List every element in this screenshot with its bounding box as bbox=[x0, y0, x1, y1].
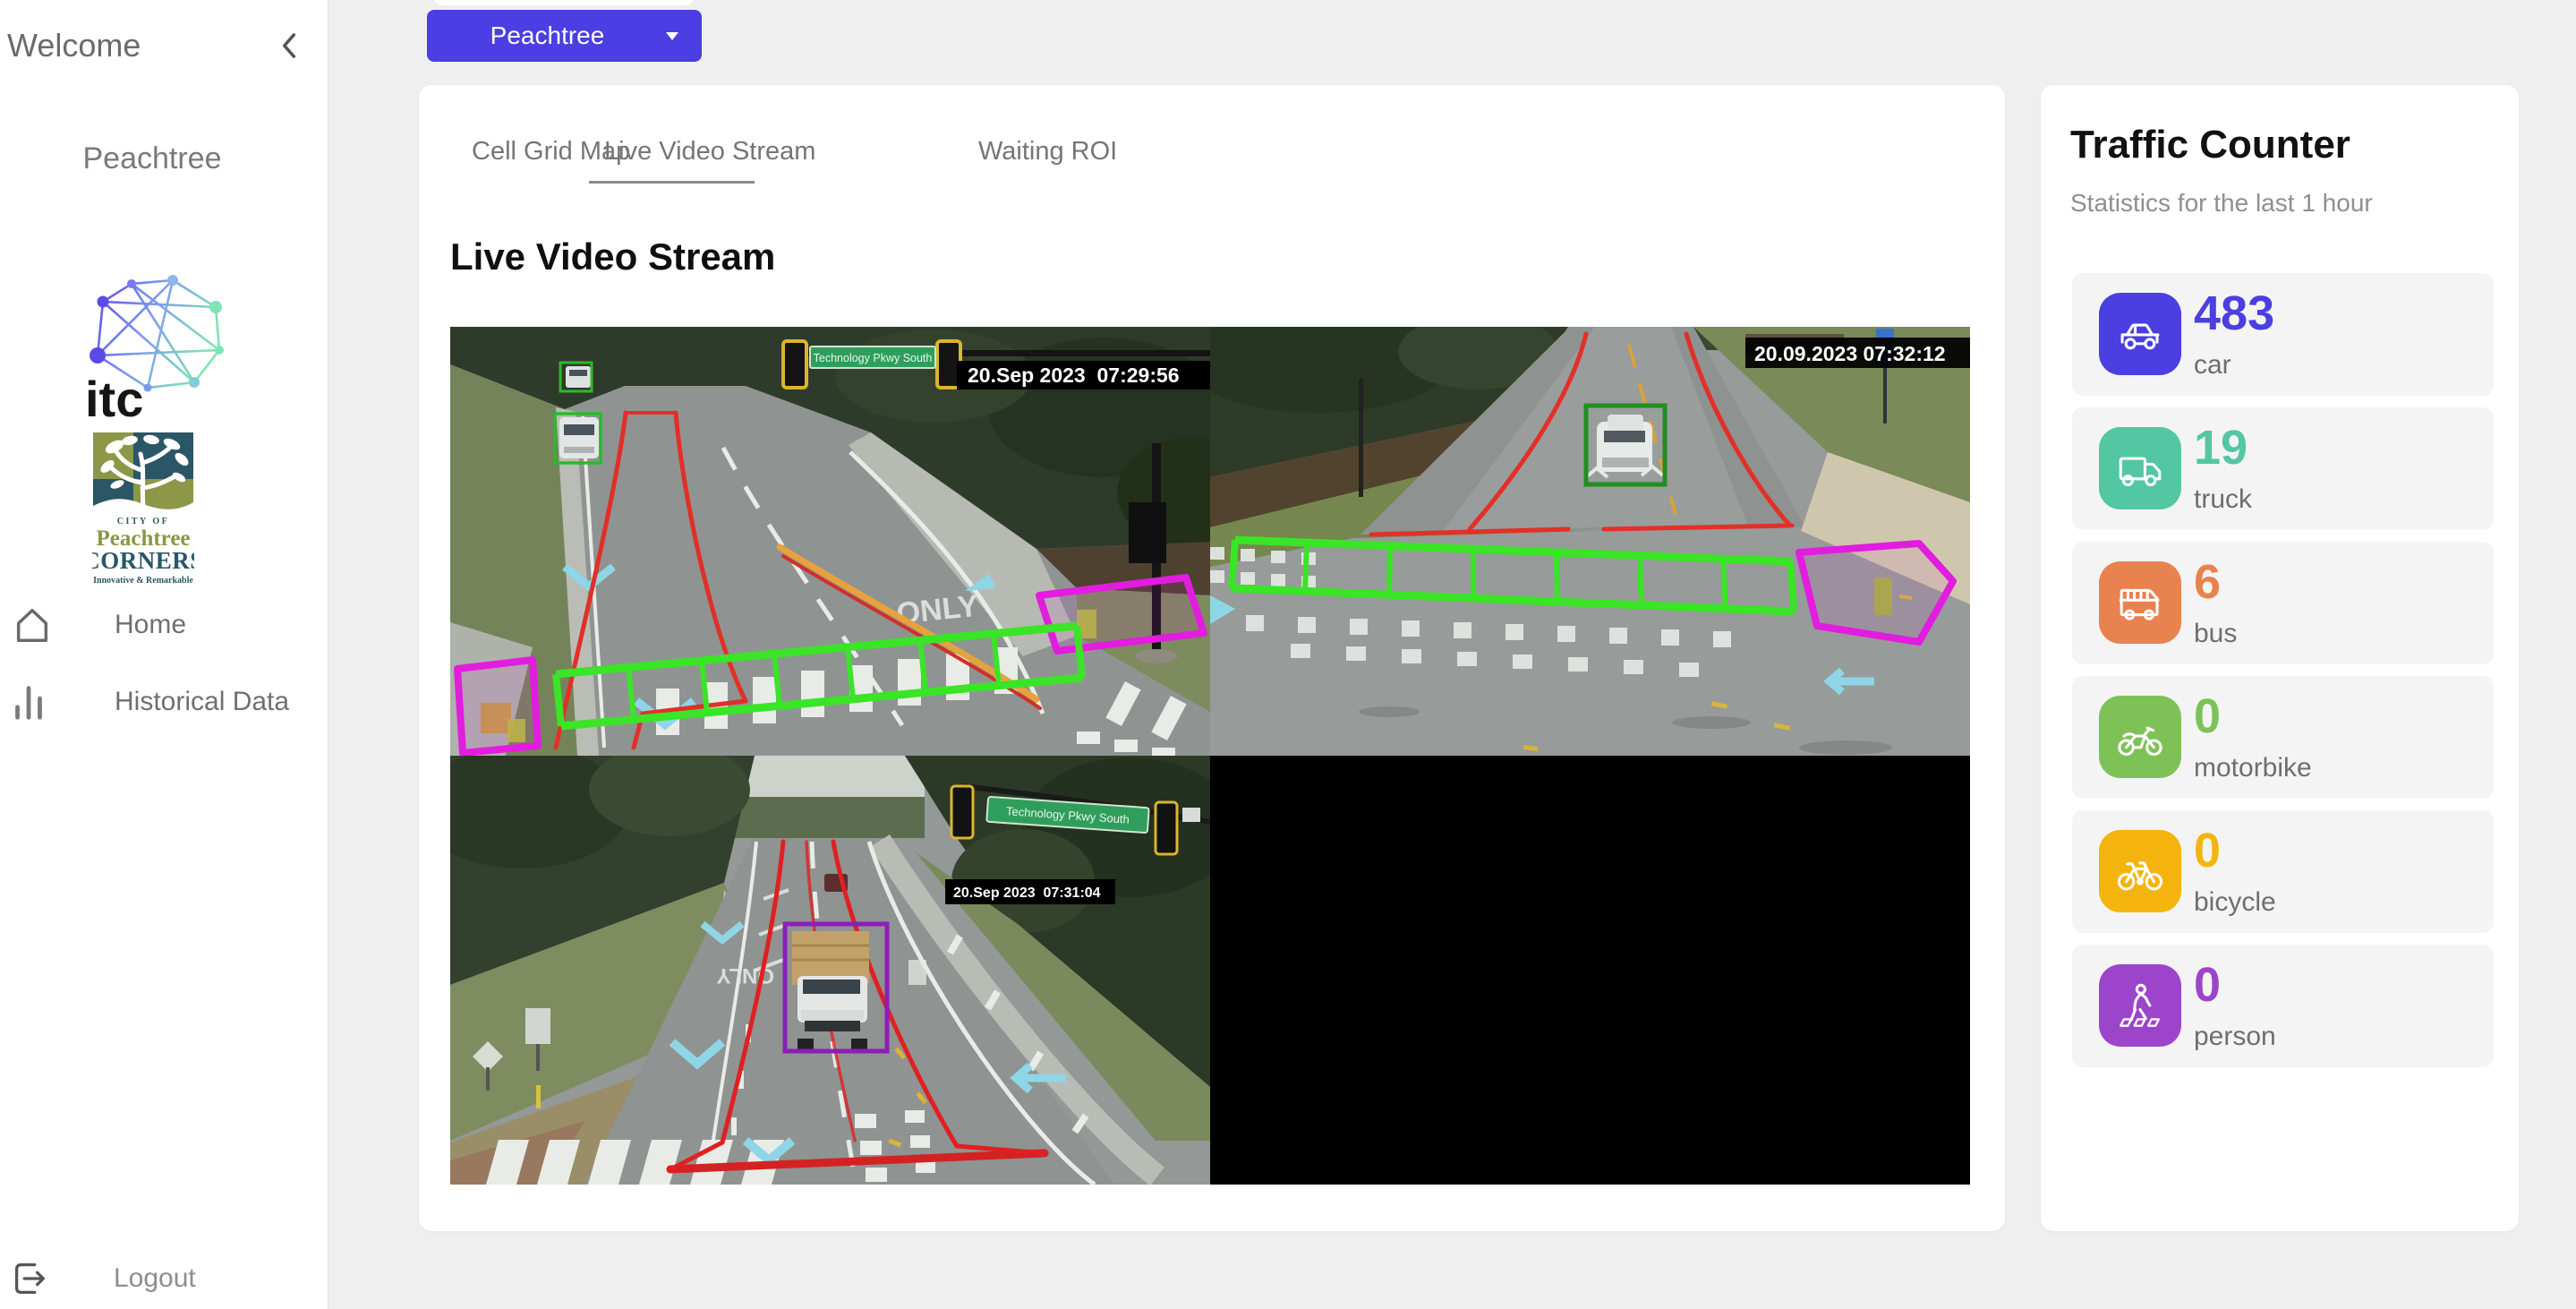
city-logo-line3: CORNERS bbox=[92, 547, 194, 574]
itc-logo: itc bbox=[85, 273, 237, 421]
bus-icon bbox=[2099, 561, 2181, 644]
sidebar-item-label: Historical Data bbox=[115, 687, 289, 717]
bar-chart-icon bbox=[12, 681, 46, 723]
stat-label: bus bbox=[2194, 619, 2237, 649]
timestamp-overlay: 20.Sep 2023 07:29:56 bbox=[957, 361, 1210, 389]
traffic-counter-panel: Traffic Counter Statistics for the last … bbox=[2041, 85, 2519, 1231]
stat-count: 0 bbox=[2194, 823, 2221, 878]
video-feed-north: ONLY bbox=[450, 327, 1210, 756]
traffic-counter-title: Traffic Counter bbox=[2070, 123, 2350, 167]
roi-polygon-magenta bbox=[457, 660, 538, 753]
active-tab-indicator bbox=[589, 181, 755, 184]
sidebar-item-label: Home bbox=[115, 610, 186, 640]
stat-card-person: 0 person bbox=[2072, 945, 2494, 1067]
sidebar-item-historical-data[interactable]: Historical Data bbox=[12, 679, 307, 725]
video-feed-offline bbox=[1210, 756, 1970, 1185]
street-sign-text: Technology Pkwy South bbox=[814, 352, 933, 364]
app-root: Welcome Peachtree bbox=[0, 0, 2576, 1309]
stat-card-car: 483 car bbox=[2072, 273, 2494, 396]
stat-label: bicycle bbox=[2194, 887, 2276, 918]
welcome-text: Welcome bbox=[7, 27, 141, 64]
timestamp-overlay: 20.Sep 2023 07:31:04 bbox=[945, 879, 1115, 904]
tab-waiting-roi[interactable]: Waiting ROI bbox=[978, 137, 1117, 167]
stat-label: car bbox=[2194, 350, 2231, 381]
stat-label: person bbox=[2194, 1022, 2276, 1052]
main-content-card: Cell Grid Map Live Video Stream Waiting … bbox=[419, 85, 2005, 1231]
bicycle-icon bbox=[2099, 830, 2181, 912]
city-logo-line1: CITY OF bbox=[117, 517, 170, 526]
home-icon bbox=[12, 604, 53, 646]
video-feed-east: 20.09.2023 07:32:12 bbox=[1210, 327, 1970, 756]
tab-live-video-stream[interactable]: Live Video Stream bbox=[604, 137, 815, 167]
video-feed-east-scene: 20.09.2023 07:32:12 bbox=[1210, 327, 1970, 756]
timestamp-overlay: 20.09.2023 07:32:12 bbox=[1745, 338, 1970, 368]
itc-network-graphic: itc bbox=[85, 273, 237, 421]
roi-polygon-magenta bbox=[1799, 543, 1953, 642]
sidebar: Welcome Peachtree bbox=[0, 0, 328, 1309]
city-logo-line4: Innovative & Remarkable bbox=[93, 576, 193, 586]
stat-label: motorbike bbox=[2194, 753, 2312, 783]
truck-icon bbox=[2099, 427, 2181, 509]
stat-card-bicycle: 0 bicycle bbox=[2072, 810, 2494, 933]
stat-count: 0 bbox=[2194, 689, 2221, 744]
site-selector-button[interactable]: Peachtree bbox=[427, 10, 702, 62]
logout-icon bbox=[9, 1258, 50, 1299]
video-feed-south-scene: ONLY bbox=[450, 756, 1210, 1185]
motorbike-icon bbox=[2099, 696, 2181, 778]
sidebar-item-logout[interactable]: Logout bbox=[9, 1255, 304, 1302]
stat-count: 19 bbox=[2194, 420, 2248, 475]
site-selector-label: Peachtree bbox=[490, 21, 605, 50]
stat-card-bus: 6 bus bbox=[2072, 542, 2494, 664]
page-title: Live Video Stream bbox=[450, 235, 775, 278]
stat-label: truck bbox=[2194, 484, 2252, 515]
stat-count: 483 bbox=[2194, 286, 2274, 341]
timestamp-text: 20.Sep 2023 07:29:56 bbox=[968, 364, 1180, 387]
logout-label: Logout bbox=[114, 1263, 196, 1294]
stat-count: 6 bbox=[2194, 554, 2221, 610]
peachtree-corners-logo: CITY OF Peachtree CORNERS Innovative & R… bbox=[92, 432, 194, 624]
video-feed-south: ONLY bbox=[450, 756, 1210, 1185]
timestamp-text: 20.Sep 2023 07:31:04 bbox=[953, 886, 1101, 901]
sidebar-site-name: Peachtree bbox=[0, 141, 304, 176]
video-feed-north-scene: ONLY bbox=[450, 327, 1210, 756]
chevron-left-icon bbox=[277, 32, 301, 59]
caret-down-icon bbox=[666, 32, 678, 40]
car-icon bbox=[2099, 293, 2181, 375]
timestamp-text: 20.09.2023 07:32:12 bbox=[1754, 342, 1946, 365]
traffic-counter-subtitle: Statistics for the last 1 hour bbox=[2070, 189, 2373, 218]
itc-logo-text: itc bbox=[85, 371, 143, 421]
stat-card-truck: 19 truck bbox=[2072, 407, 2494, 530]
person-icon bbox=[2099, 964, 2181, 1047]
stat-count: 0 bbox=[2194, 957, 2221, 1013]
stat-card-motorbike: 0 motorbike bbox=[2072, 676, 2494, 799]
dropdown-card-edge bbox=[432, 0, 695, 5]
waiting-roi-polygons bbox=[1799, 543, 1953, 642]
sidebar-item-home[interactable]: Home bbox=[12, 602, 307, 648]
video-grid: ONLY bbox=[450, 327, 1970, 1185]
sidebar-collapse-button[interactable] bbox=[277, 32, 301, 59]
